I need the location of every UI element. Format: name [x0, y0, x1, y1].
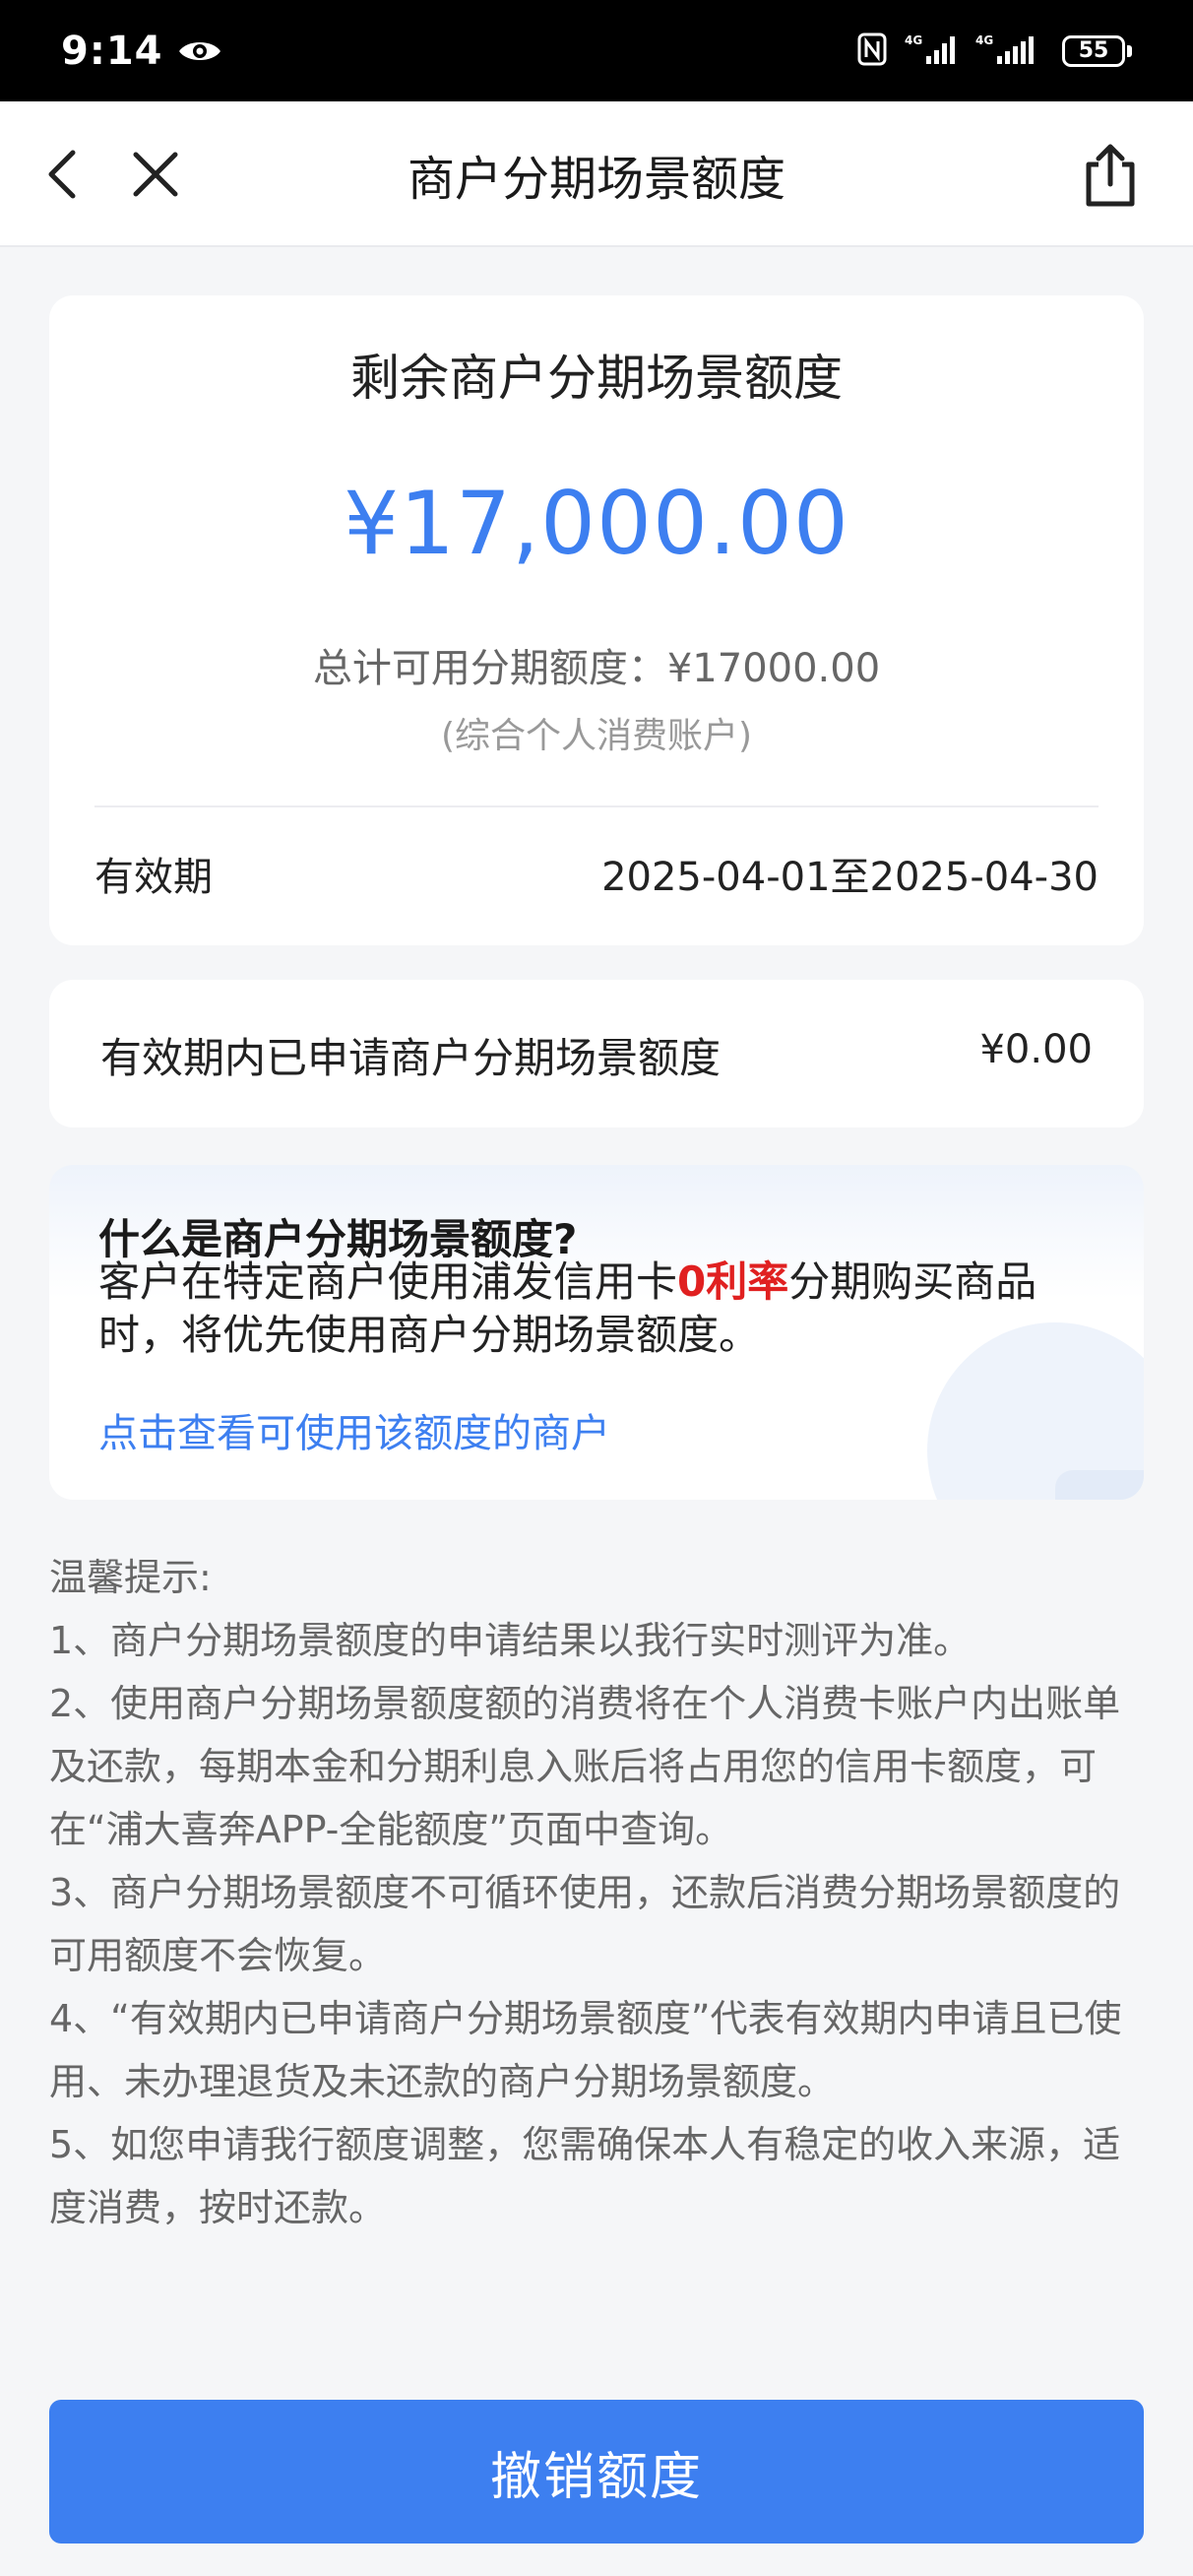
- signal-icon: 4G: [975, 32, 1044, 70]
- remaining-amount: ¥17,000.00: [344, 473, 849, 574]
- share-button[interactable]: [1079, 139, 1142, 210]
- applied-quota-card: 有效期内已申请商户分期场景额度 ¥0.00: [49, 980, 1144, 1127]
- status-left: 9:14: [61, 29, 222, 74]
- quota-title: 剩余商户分期场景额度: [350, 350, 843, 407]
- tip-item: 3、商户分期场景额度不可循环使用，还款后消费分期场景额度的可用额度不会恢复。: [49, 1871, 1121, 1977]
- signal-icon: 4G: [905, 32, 958, 70]
- tip-item: 2、使用商户分期场景额度额的消费将在个人消费卡账户内出账单及还款，每期本金和分期…: [49, 1682, 1121, 1851]
- status-time: 9:14: [61, 28, 163, 74]
- back-button[interactable]: [37, 141, 85, 208]
- tips-title: 温馨提示:: [49, 1556, 212, 1599]
- quota-card: 剩余商户分期场景额度 ¥17,000.00 总计可用分期额度：¥17000.00…: [49, 295, 1144, 945]
- eye-icon: [177, 36, 222, 66]
- validity-value: 2025-04-01至2025-04-30: [601, 855, 1099, 900]
- share-icon: [1086, 144, 1135, 207]
- network-label-2: 4G: [975, 33, 993, 47]
- view-merchants-link[interactable]: 点击查看可使用该额度的商户: [98, 1401, 610, 1458]
- info-card: 什么是商户分期场景额度? 客户在特定商户使用浦发信用卡0利率分期购买商品时，将优…: [49, 1165, 1144, 1500]
- nav-bar: 商户分期场景额度: [0, 101, 1193, 247]
- tips-section: 温馨提示: 1、商户分期场景额度的申请结果以我行实时测评为准。 2、使用商户分期…: [49, 1546, 1144, 2239]
- applied-quota-label: 有效期内已申请商户分期场景额度: [100, 1034, 722, 1082]
- validity-label: 有效期: [94, 855, 213, 900]
- close-icon: [133, 152, 178, 197]
- status-bar: 9:14 4G 4G 55: [0, 0, 1193, 101]
- account-note: (综合个人消费账户): [440, 716, 753, 756]
- total-quota-value: ¥17000.00: [666, 646, 881, 691]
- cancel-quota-button[interactable]: 撤销额度: [49, 2400, 1144, 2544]
- total-quota: 总计可用分期额度：¥17000.00: [49, 636, 1144, 693]
- divider: [94, 805, 1099, 807]
- network-label-1: 4G: [905, 33, 922, 47]
- back-icon: [48, 150, 76, 199]
- info-body: 客户在特定商户使用浦发信用卡0利率分期购买商品时，将优先使用商户分期场景额度。: [98, 1256, 1083, 1362]
- status-right: 4G 4G 55: [857, 32, 1132, 70]
- tip-item: 5、如您申请我行额度调整，您需确保本人有稳定的收入来源，适度消费，按时还款。: [49, 2123, 1121, 2229]
- total-quota-label: 总计可用分期额度：: [312, 646, 667, 691]
- battery-icon: 55: [1062, 34, 1132, 67]
- tip-item: 4、“有效期内已申请商户分期场景额度”代表有效期内申请且已使用、未办理退货及未还…: [49, 1997, 1122, 2103]
- close-button[interactable]: [126, 145, 185, 204]
- applied-quota-value: ¥0.00: [979, 1027, 1093, 1072]
- battery-level: 55: [1062, 34, 1125, 67]
- info-body-prefix: 客户在特定商户使用浦发信用卡: [98, 1257, 678, 1306]
- nfc-icon: [857, 32, 887, 70]
- tip-item: 1、商户分期场景额度的申请结果以我行实时测评为准。: [49, 1619, 972, 1662]
- zero-rate-highlight: 0利率: [677, 1257, 789, 1306]
